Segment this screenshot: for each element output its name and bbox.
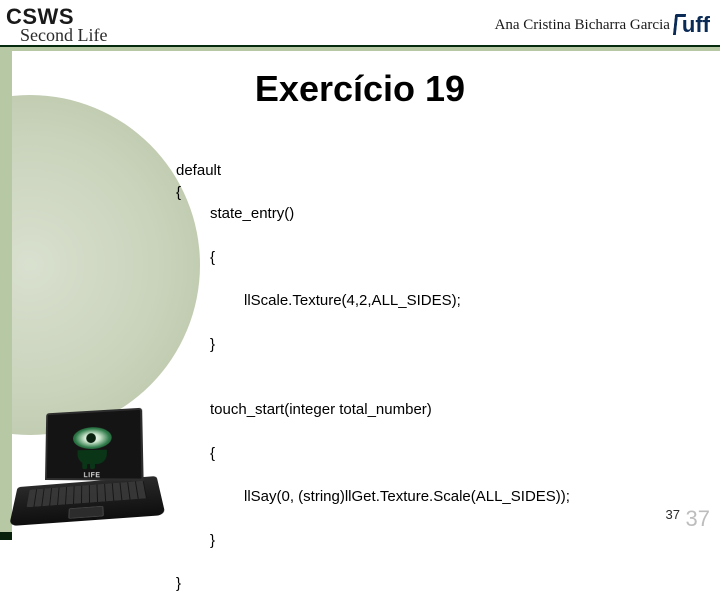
code-line: touch_start(integer total_number) — [176, 399, 570, 421]
page-number: 37 — [666, 507, 680, 522]
secondlife-badge-text: LIFE — [73, 472, 112, 479]
side-accent-foot — [0, 532, 12, 540]
code-line: llSay(0, (string)llGet.Texture.Scale(ALL… — [176, 486, 570, 508]
laptop-base — [9, 476, 166, 526]
logo-left: CSWS Second Life — [6, 6, 107, 44]
code-line: { — [176, 443, 570, 465]
header-bar: CSWS Second Life Ana Cristina Bicharra G… — [0, 0, 720, 48]
header-right: Ana Cristina Bicharra Garcia uff — [495, 12, 710, 38]
code-line: } — [176, 334, 570, 356]
eye-icon — [73, 426, 112, 449]
author-name: Ana Cristina Bicharra Garcia — [495, 17, 670, 34]
secondlife-icon: LIFE — [73, 424, 112, 465]
code-blank — [176, 379, 180, 396]
hand-icon — [78, 450, 107, 464]
code-block: default { state_entry() { llScale.Textur… — [176, 138, 570, 595]
uff-logo: uff — [676, 12, 710, 38]
laptop-graphic: LIFE — [6, 410, 166, 530]
code-line: llScale.Texture(4,2,ALL_SIDES); — [176, 290, 570, 312]
code-line: default — [176, 162, 221, 179]
laptop-keys — [27, 481, 147, 507]
laptop-screen: LIFE — [45, 408, 144, 481]
code-line: } — [176, 575, 181, 592]
code-line: } — [176, 530, 570, 552]
page-number-shadow: 37 — [686, 506, 710, 532]
laptop-trackpad — [68, 506, 104, 519]
code-line: { — [176, 184, 181, 201]
code-line: state_entry() — [176, 203, 570, 225]
slide-title: Exercício 19 — [0, 68, 720, 110]
code-line: { — [176, 247, 570, 269]
decorative-circle — [0, 95, 200, 435]
logo-secondlife: Second Life — [20, 26, 107, 44]
